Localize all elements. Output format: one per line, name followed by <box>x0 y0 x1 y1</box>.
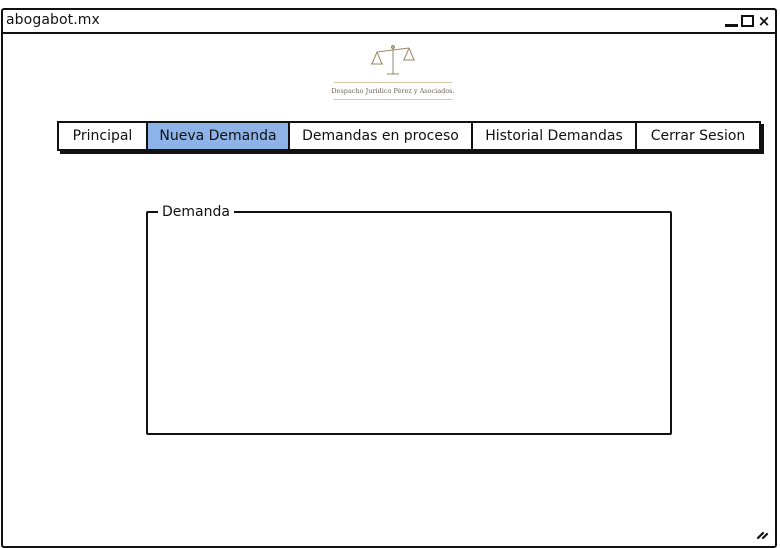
maximize-icon[interactable] <box>741 15 754 27</box>
tab-historial-demandas[interactable]: Historial Demandas <box>473 123 637 149</box>
demanda-fieldset: Demanda <box>146 203 672 435</box>
tab-nueva-demanda[interactable]: Nueva Demanda <box>148 123 290 149</box>
window-controls: × <box>724 13 771 29</box>
title-bar: abogabot.mx × <box>3 10 775 34</box>
logo-divider-top <box>334 82 452 83</box>
logo-divider-bottom <box>334 99 452 100</box>
firm-name: Despacho Jurídico Pérez y Asociados. <box>331 87 455 95</box>
tab-principal[interactable]: Principal <box>59 123 148 149</box>
browser-window: abogabot.mx × Despacho Jurídico Pérez y … <box>1 8 777 548</box>
close-icon[interactable]: × <box>757 14 771 29</box>
main-nav-tabs: Principal Nueva Demanda Demandas en proc… <box>57 121 761 151</box>
resize-grip-icon[interactable] <box>755 526 769 540</box>
firm-logo: Despacho Jurídico Pérez y Asociados. <box>303 40 483 112</box>
demanda-legend: Demanda <box>158 203 234 221</box>
scales-of-justice-icon <box>371 45 415 75</box>
window-title: abogabot.mx <box>6 12 100 28</box>
minimize-icon[interactable] <box>724 14 738 28</box>
tab-demandas-en-proceso[interactable]: Demandas en proceso <box>290 123 473 149</box>
tab-cerrar-sesion[interactable]: Cerrar Sesion <box>637 123 759 149</box>
